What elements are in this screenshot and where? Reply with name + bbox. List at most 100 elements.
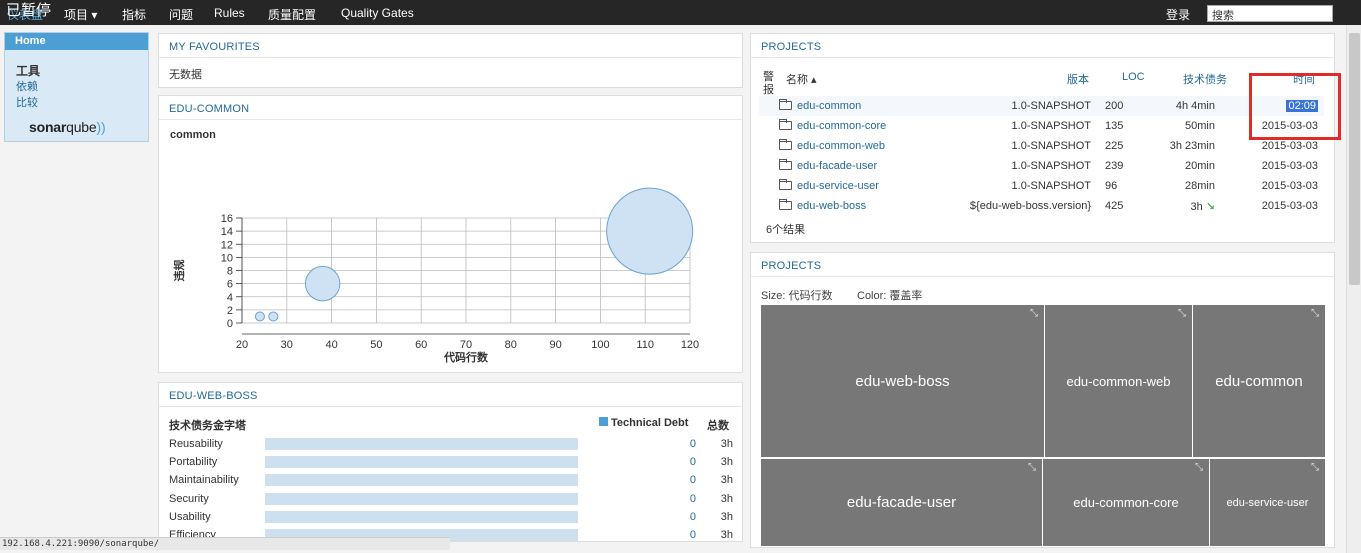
highlight-box: [1249, 73, 1341, 140]
col-header-alert[interactable]: 警报: [763, 71, 777, 97]
debt-cell-text: 50min: [1185, 120, 1215, 132]
expand-icon[interactable]: ⤡: [1028, 462, 1036, 473]
table-row[interactable]: edu-web-boss ${edu-web-boss.version} 425 3h…: [759, 196, 1324, 216]
x-tick-label: 50: [370, 339, 382, 351]
table-row[interactable]: edu-common-web 1.0-SNAPSHOT 225 3h 23min 201…: [759, 136, 1324, 156]
page-scrollbar[interactable]: [1346, 25, 1361, 553]
projects-table: edu-common 1.0-SNAPSHOT 200 4h 4min 02:09 edu…: [759, 96, 1324, 216]
logo-wave-icon: )): [96, 119, 106, 135]
logo-text-qube: qube: [66, 119, 97, 135]
project-icon: [779, 199, 792, 210]
project-name-cell[interactable]: edu-common-core: [779, 116, 947, 136]
nav-quality-profiles[interactable]: 质量配置: [268, 6, 316, 23]
x-tick-label: 70: [460, 339, 472, 351]
nav-projects[interactable]: 项目 ▾: [64, 6, 97, 23]
edu-common-title[interactable]: EDU-COMMON: [159, 96, 742, 120]
sonarqube-logo[interactable]: sonarqube)): [29, 119, 106, 135]
table-row[interactable]: edu-common 1.0-SNAPSHOT 200 4h 4min 02:09: [759, 96, 1324, 116]
x-tick-label: 20: [236, 339, 248, 351]
sidebar-item-dependencies[interactable]: 依赖: [16, 78, 38, 94]
expand-icon[interactable]: ⤡: [1311, 308, 1319, 319]
col-header-debt[interactable]: 技术债务: [1183, 71, 1227, 87]
nav-projects-label: 项目: [64, 8, 89, 22]
treemap-title: PROJECTS: [751, 253, 1334, 277]
debt-pyramid-row: Maintainability 0 3h: [169, 471, 739, 489]
debt-value[interactable]: 0: [669, 438, 696, 450]
bubble-chart: 20 30 40 50 60 70 80 90 100 110 120 02468 10121416 代码…: [172, 187, 699, 364]
edu-web-boss-title[interactable]: EDU-WEB-BOSS: [159, 383, 742, 407]
debt-pyramid-row: Security 0 3h: [169, 490, 739, 508]
treemap-color-label: Color: 覆盖率: [857, 290, 923, 302]
debt-characteristic-label: Reusability: [169, 438, 223, 450]
project-name-link[interactable]: edu-web-boss: [797, 200, 866, 212]
scrollbar-thumb[interactable]: [1349, 33, 1360, 285]
edu-common-widget: EDU-COMMON common 20 30 40 50 60 70 80 90 100 110…: [158, 95, 743, 373]
debt-pyramid-row: Reusability 0 3h: [169, 435, 739, 453]
debt-total: 3h: [720, 474, 733, 487]
version-cell: 1.0-SNAPSHOT: [947, 96, 1099, 116]
treemap-cell[interactable]: ⤡ edu-common: [1193, 305, 1325, 457]
table-row[interactable]: edu-common-core 1.0-SNAPSHOT 135 50min 2015-…: [759, 116, 1324, 136]
legend-label: Technical Debt: [611, 417, 689, 429]
treemap-cell[interactable]: ⤡ edu-web-boss: [761, 305, 1044, 457]
version-cell: ${edu-web-boss.version}: [969, 200, 1091, 212]
debt-cell-text: 3h 23min: [1169, 140, 1215, 152]
debt-cell-text: 20min: [1185, 160, 1215, 172]
debt-pyramid-total-header: 总数: [707, 420, 729, 432]
date-cell: 2015-03-03: [1221, 156, 1324, 176]
debt-total: 3h: [720, 510, 733, 523]
treemap-cell[interactable]: ⤡ edu-common-web: [1045, 305, 1192, 457]
debt-value[interactable]: 0: [669, 456, 696, 468]
col-header-name[interactable]: 名称 ▴: [786, 71, 817, 87]
edu-web-boss-widget: EDU-WEB-BOSS 技术债务金字塔 Technical Debt 总数 R…: [158, 382, 743, 542]
table-row[interactable]: edu-service-user 1.0-SNAPSHOT 96 28min 2015-…: [759, 176, 1324, 196]
col-header-name-label: 名称: [786, 74, 808, 86]
project-name-cell[interactable]: edu-facade-user: [779, 156, 947, 176]
expand-icon[interactable]: ⤡: [1178, 308, 1186, 319]
project-name-link[interactable]: edu-common-web: [797, 140, 885, 152]
debt-total: 3h: [720, 529, 733, 541]
project-name-cell[interactable]: edu-common-web: [779, 136, 947, 156]
expand-icon[interactable]: ⤡: [1195, 462, 1203, 473]
search-input[interactable]: 搜索: [1207, 5, 1333, 22]
nav-issues[interactable]: 问题: [169, 6, 193, 23]
expand-icon[interactable]: ⤡: [1030, 308, 1038, 319]
project-name-link[interactable]: edu-service-user: [797, 180, 879, 192]
project-name-link[interactable]: edu-common-core: [797, 120, 886, 132]
favourites-title: MY FAVOURITES: [159, 34, 742, 58]
table-row[interactable]: edu-facade-user 1.0-SNAPSHOT 239 20min 2015-…: [759, 156, 1324, 176]
project-name-link[interactable]: edu-common: [797, 100, 861, 112]
project-name-cell[interactable]: edu-common: [779, 96, 947, 116]
nav-rules[interactable]: Rules: [214, 6, 245, 20]
debt-value[interactable]: 0: [669, 511, 696, 523]
nav-quality-gates[interactable]: Quality Gates: [341, 6, 414, 20]
treemap-cell-label: edu-common-core: [1073, 495, 1179, 510]
project-name-cell[interactable]: edu-web-boss: [779, 196, 947, 216]
version-cell: 1.0-SNAPSHOT: [1011, 180, 1091, 192]
y-tick-label: 2: [227, 305, 233, 317]
sidebar-item-home[interactable]: Home: [5, 33, 148, 50]
debt-value[interactable]: 0: [669, 493, 696, 505]
debt-value[interactable]: 0: [669, 474, 696, 486]
treemap-cell[interactable]: ⤡ edu-service-user: [1210, 459, 1325, 546]
project-icon: [779, 99, 792, 110]
login-link[interactable]: 登录: [1166, 6, 1190, 23]
y-tick-label: 12: [221, 239, 233, 251]
treemap-cell[interactable]: ⤡ edu-common-core: [1043, 459, 1209, 546]
x-tick-label: 90: [549, 339, 561, 351]
sort-asc-icon: ▴: [808, 74, 817, 86]
expand-icon[interactable]: ⤡: [1311, 462, 1319, 473]
project-name-link[interactable]: edu-facade-user: [797, 160, 877, 172]
sidebar-item-compare[interactable]: 比较: [16, 94, 38, 110]
col-header-version[interactable]: 版本: [1067, 71, 1089, 87]
paused-overlay-label: 已暂停: [6, 2, 52, 19]
x-axis-label: 代码行数: [443, 350, 489, 364]
debt-value[interactable]: 0: [669, 529, 696, 541]
y-tick-label: 6: [227, 279, 233, 291]
treemap-cell[interactable]: ⤡ edu-facade-user: [761, 459, 1042, 546]
y-tick-label: 14: [221, 226, 233, 238]
version-cell: 1.0-SNAPSHOT: [1011, 160, 1091, 172]
col-header-loc[interactable]: LOC: [1122, 71, 1145, 83]
nav-measures[interactable]: 指标: [122, 6, 146, 23]
project-name-cell[interactable]: edu-service-user: [779, 176, 947, 196]
